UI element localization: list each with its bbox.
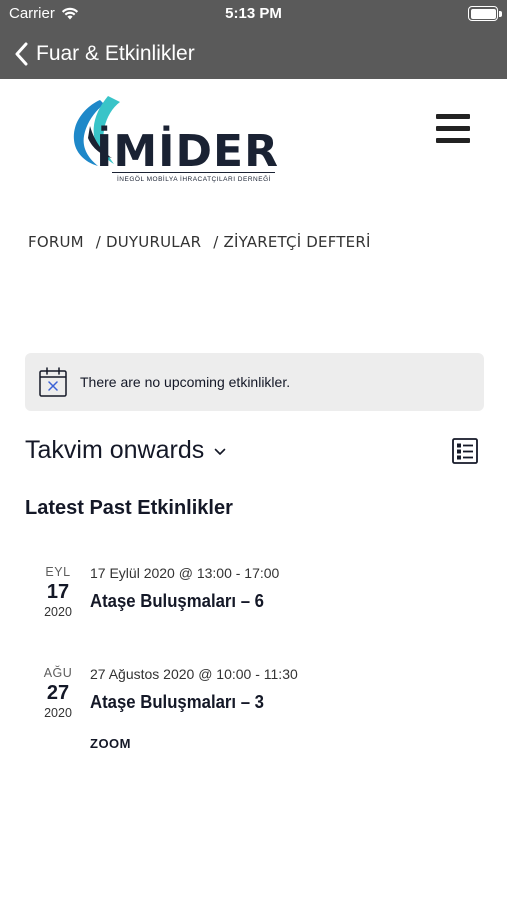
battery-icon <box>468 6 502 21</box>
event-item: AĞU 27 2020 27 Ağustos 2020 @ 10:00 - 11… <box>25 666 485 766</box>
chevron-down-icon <box>214 448 226 455</box>
event-day: 17 <box>46 581 70 603</box>
event-venue: ZOOM <box>90 736 131 751</box>
back-button[interactable]: Fuar & Etkinlikler <box>0 28 195 79</box>
event-year: 2020 <box>44 605 72 619</box>
past-events-heading: Latest Past Etkinlikler <box>25 497 233 519</box>
chevron-left-icon <box>15 42 28 65</box>
link-forum[interactable]: FORUM <box>28 233 84 251</box>
event-datetime: 27 Ağustos 2020 @ 10:00 - 11:30 <box>90 666 298 682</box>
logo-wordmark: İMİDER <box>96 126 279 177</box>
event-date-tag: EYL 17 2020 <box>25 565 91 619</box>
event-title-link[interactable]: Ataşe Buluşmaları – 6 <box>90 591 264 612</box>
top-links: FORUM / DUYURULAR / ZİYARETÇİ DEFTERİ <box>28 233 383 251</box>
hamburger-menu-icon[interactable] <box>436 113 470 145</box>
view-range-selector[interactable]: Takvim onwards <box>25 436 226 465</box>
status-bar: Carrier 5:13 PM <box>0 0 507 28</box>
event-date-tag: AĞU 27 2020 <box>25 666 91 720</box>
notice-text: There are no upcoming etkinlikler. <box>80 374 291 390</box>
no-events-notice: There are no upcoming etkinlikler. <box>25 353 484 411</box>
imider-logo[interactable]: İMİDER İNEGÖL MOBİLYA İHRACATÇILARI DERN… <box>68 96 280 188</box>
logo-subtitle: İNEGÖL MOBİLYA İHRACATÇILARI DERNEĞİ <box>117 176 271 183</box>
event-day: 27 <box>46 682 70 704</box>
list-view-icon[interactable] <box>452 438 478 464</box>
event-datetime: 17 Eylül 2020 @ 13:00 - 17:00 <box>90 565 280 581</box>
nav-title: Fuar & Etkinlikler <box>36 41 195 65</box>
link-ziyaretci-defteri[interactable]: / ZİYARETÇİ DEFTERİ <box>213 233 370 251</box>
event-item: EYL 17 2020 17 Eylül 2020 @ 13:00 - 17:0… <box>25 565 485 645</box>
link-duyurular[interactable]: / DUYURULAR <box>96 233 201 251</box>
navigation-bar: Fuar & Etkinlikler <box>0 28 507 79</box>
event-title-link[interactable]: Ataşe Buluşmaları – 3 <box>90 692 264 713</box>
calendar-x-icon <box>39 367 67 397</box>
event-year: 2020 <box>44 706 72 720</box>
logo-divider <box>112 172 275 173</box>
event-month: EYL <box>45 565 71 579</box>
event-month: AĞU <box>43 666 73 680</box>
clock: 5:13 PM <box>225 5 282 22</box>
view-range-label: Takvim onwards <box>25 436 205 464</box>
